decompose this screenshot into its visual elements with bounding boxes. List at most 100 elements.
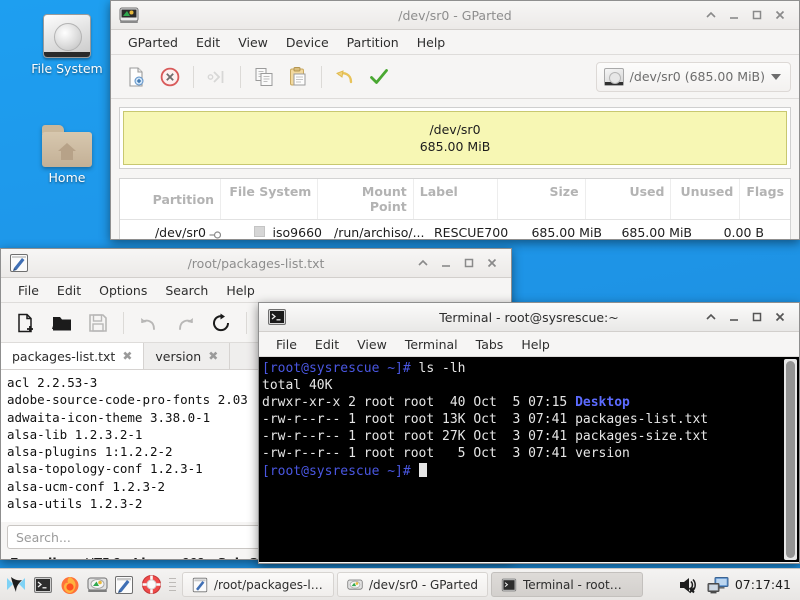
gparted-window[interactable]: /dev/sr0 - GParted GParted Edit View Dev…	[110, 0, 800, 240]
menu-terminal[interactable]: Terminal	[396, 335, 467, 354]
undo-arrow-icon[interactable]	[328, 61, 362, 93]
maximize-button[interactable]	[462, 256, 476, 270]
lines-value: 668	[180, 555, 204, 561]
clock[interactable]: 07:17:41	[735, 577, 791, 592]
green-check-icon[interactable]	[362, 61, 396, 93]
terminal-output[interactable]: [root@sysrescue ~]# ls -lh total 40K drw…	[259, 357, 799, 562]
shade-button[interactable]	[416, 256, 430, 270]
terminal-menubar[interactable]: File Edit View Terminal Tabs Help	[259, 332, 799, 357]
menu-options[interactable]: Options	[90, 281, 156, 300]
close-icon[interactable]: ✖	[122, 349, 132, 363]
column-flags[interactable]: Flags	[740, 179, 790, 219]
maximize-button[interactable]	[750, 8, 764, 22]
terminal-prompt: [root@sysrescue ~]#	[262, 464, 411, 479]
maximize-button[interactable]	[750, 310, 764, 324]
delete-circle-icon[interactable]	[153, 61, 187, 93]
column-size[interactable]: Size	[498, 179, 586, 219]
close-button[interactable]	[773, 8, 787, 22]
menu-edit[interactable]: Edit	[306, 335, 348, 354]
cell-partition-text: /dev/sr0	[155, 225, 206, 240]
filesystem-color-swatch	[254, 226, 265, 237]
tab-packages-list[interactable]: packages-list.txt ✖	[1, 343, 144, 369]
partition-block-device: /dev/sr0	[429, 121, 480, 138]
column-mount-point[interactable]: Mount Point	[318, 179, 413, 219]
menu-edit[interactable]: Edit	[48, 281, 90, 300]
applications-menu-icon[interactable]	[4, 573, 28, 597]
menu-tabs[interactable]: Tabs	[467, 335, 513, 354]
minimize-button[interactable]	[727, 310, 741, 324]
new-file-icon[interactable]	[9, 307, 43, 339]
terminal-window[interactable]: Terminal - root@sysrescue:~ File Edit Vi…	[258, 302, 800, 564]
mousepad-icon	[192, 577, 208, 593]
system-tray[interactable]: 07:17:41	[677, 573, 796, 597]
gparted-toolbar[interactable]: /dev/sr0 (685.00 MiB)	[111, 55, 799, 99]
editor-titlebar[interactable]: /root/packages-list.txt	[1, 249, 511, 278]
device-selector[interactable]: /dev/sr0 (685.00 MiB)	[596, 62, 791, 92]
firefox-launcher-icon[interactable]	[58, 573, 82, 597]
menu-search[interactable]: Search	[156, 281, 217, 300]
column-used[interactable]: Used	[586, 179, 672, 219]
shade-button[interactable]	[704, 310, 718, 324]
encoding-value: UTF-8	[85, 555, 121, 561]
menu-help[interactable]: Help	[512, 335, 559, 354]
reload-circular-arrow-icon[interactable]	[204, 307, 238, 339]
menu-file[interactable]: File	[267, 335, 306, 354]
open-folder-icon[interactable]	[45, 307, 79, 339]
menu-help[interactable]: Help	[408, 33, 455, 52]
taskbar[interactable]: /root/packages-lis... /dev/sr0 - GParted	[0, 568, 800, 600]
menu-device[interactable]: Device	[277, 33, 338, 52]
menu-view[interactable]: View	[229, 33, 277, 52]
volume-muted-icon[interactable]	[677, 573, 701, 597]
close-button[interactable]	[773, 310, 787, 324]
minimize-button[interactable]	[439, 256, 453, 270]
menu-view[interactable]: View	[348, 335, 396, 354]
editor-menubar[interactable]: File Edit Options Search Help	[1, 278, 511, 303]
desktop-icon-file-system[interactable]: File System	[12, 14, 122, 76]
partition-table[interactable]: Partition File System Mount Point Label …	[119, 178, 791, 240]
mousepad-launcher-icon[interactable]	[112, 573, 136, 597]
cell-flags	[770, 228, 790, 238]
menu-gparted[interactable]: GParted	[119, 33, 187, 52]
partition-block-sr0[interactable]: /dev/sr0 685.00 MiB	[123, 111, 787, 165]
column-label[interactable]: Label	[414, 179, 498, 219]
menu-partition[interactable]: Partition	[338, 33, 408, 52]
taskbar-window-editor[interactable]: /root/packages-lis...	[182, 572, 334, 597]
column-partition[interactable]: Partition	[120, 179, 221, 219]
desktop-icon-home[interactable]: Home	[12, 125, 122, 185]
shade-button[interactable]	[704, 8, 718, 22]
close-icon[interactable]: ✖	[208, 349, 218, 363]
terminal-prompt: [root@sysrescue ~]#	[262, 361, 411, 376]
terminal-command: ls -lh	[411, 361, 466, 376]
new-document-icon[interactable]	[119, 61, 153, 93]
terminal-titlebar[interactable]: Terminal - root@sysrescue:~	[259, 303, 799, 332]
taskbar-window-gparted[interactable]: /dev/sr0 - GParted	[337, 572, 488, 597]
partition-graphic[interactable]: /dev/sr0 685.00 MiB	[119, 107, 791, 169]
gparted-titlebar[interactable]: /dev/sr0 - GParted	[111, 1, 799, 30]
table-row[interactable]: /dev/sr0 iso9660 /run/archiso/... RESCUE…	[120, 220, 790, 240]
tab-label: packages-list.txt	[12, 349, 115, 364]
menu-help[interactable]: Help	[217, 281, 264, 300]
minimize-button[interactable]	[727, 8, 741, 22]
gparted-menubar[interactable]: GParted Edit View Device Partition Help	[111, 30, 799, 55]
terminal-launcher-icon[interactable]	[31, 573, 55, 597]
cell-mount-point: /run/archiso/...	[328, 220, 428, 240]
scrollbar-thumb[interactable]	[786, 361, 795, 558]
terminal-line: -rw-r--r-- 1 root root 13K Oct 3 07:41 p…	[262, 412, 708, 427]
close-button[interactable]	[485, 256, 499, 270]
menu-file[interactable]: File	[9, 281, 48, 300]
tab-version[interactable]: version ✖	[144, 343, 230, 369]
copy-icon[interactable]	[247, 61, 281, 93]
lifebuoy-help-icon[interactable]	[139, 573, 163, 597]
network-connection-icon[interactable]	[706, 573, 730, 597]
terminal-scrollbar[interactable]	[784, 359, 797, 560]
column-file-system[interactable]: File System	[221, 179, 318, 219]
partition-block-size: 685.00 MiB	[420, 138, 491, 155]
gparted-launcher-icon[interactable]	[85, 573, 109, 597]
mousepad-icon	[9, 253, 29, 273]
menu-edit[interactable]: Edit	[187, 33, 229, 52]
terminal-line: -rw-r--r-- 1 root root 27K Oct 3 07:41 p…	[262, 429, 708, 444]
taskbar-handle[interactable]	[169, 576, 176, 594]
paste-clipboard-icon[interactable]	[281, 61, 315, 93]
column-unused[interactable]: Unused	[671, 179, 740, 219]
taskbar-window-terminal[interactable]: Terminal - root@s...	[491, 572, 643, 597]
